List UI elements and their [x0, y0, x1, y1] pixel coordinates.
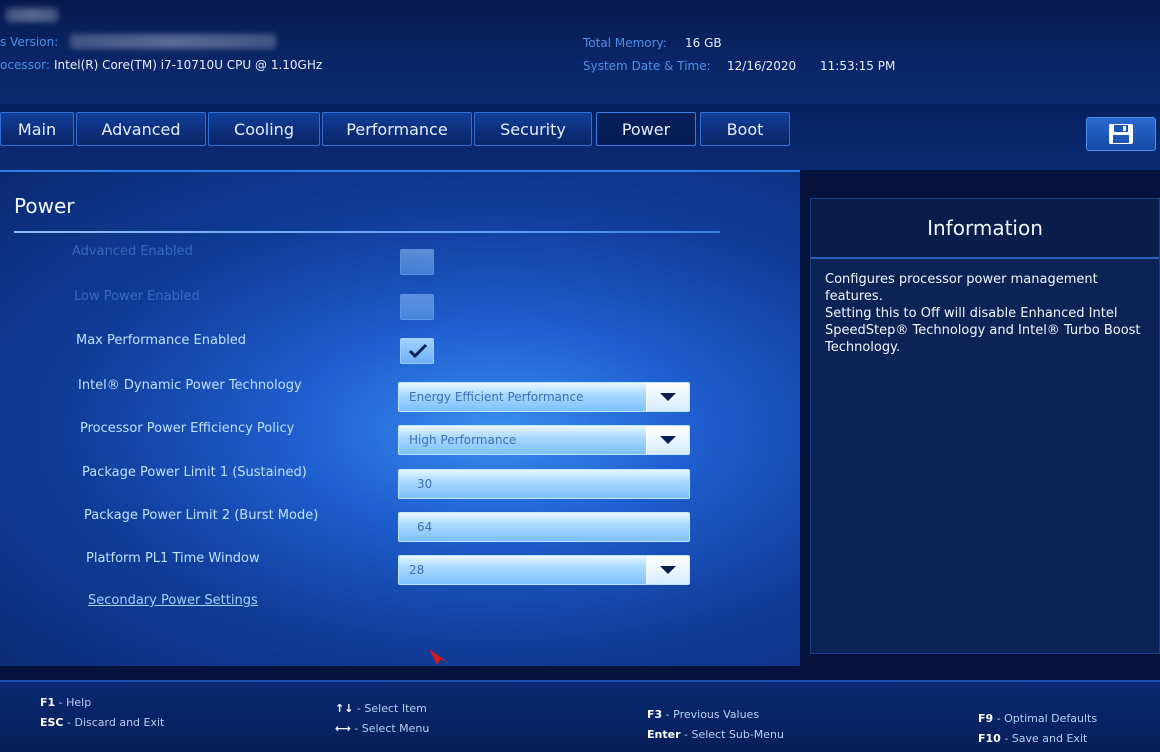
title-divider [14, 231, 720, 233]
bios-version-label: s Version: [0, 35, 59, 49]
tab-advanced[interactable]: Advanced [76, 112, 206, 146]
power-efficiency-policy-dropdown-button[interactable] [646, 426, 689, 454]
total-memory-value: 16 GB [685, 36, 722, 50]
advanced-enabled-label: Advanced Enabled [72, 244, 193, 259]
checkmark-icon [408, 343, 428, 359]
total-memory-label: Total Memory: [583, 36, 667, 50]
system-date-value[interactable]: 12/16/2020 [727, 59, 796, 73]
information-title: Information [811, 199, 1159, 259]
power-limit-2-value: 64 [417, 520, 433, 534]
secondary-power-settings-link[interactable]: Secondary Power Settings [88, 593, 258, 608]
pl1-time-window-label: Platform PL1 Time Window [86, 551, 260, 566]
processor-label: ocessor: [0, 58, 50, 72]
chevron-down-icon [660, 436, 676, 444]
power-efficiency-policy-select[interactable]: High Performance [398, 425, 690, 455]
pl1-time-window-select[interactable]: 28 [398, 555, 690, 585]
mouse-cursor-icon [429, 649, 449, 665]
system-time-value[interactable]: 11:53:15 PM [820, 59, 895, 73]
settings-panel: Power Advanced Enabled Low Power Enabled… [0, 170, 800, 666]
tab-boot[interactable]: Boot [700, 112, 790, 146]
tab-bar: Main Advanced Cooling Performance Securi… [0, 104, 1160, 170]
hotkey-select-item: ↑↓ - Select Item [335, 702, 427, 715]
header-bar: s Version: ocessor: Intel(R) Core(TM) i7… [0, 0, 1160, 104]
floppy-disk-icon [1109, 124, 1133, 144]
power-efficiency-policy-value: High Performance [409, 433, 517, 447]
information-line-1: Configures processor power management fe… [825, 272, 1098, 304]
dynamic-power-technology-value: Energy Efficient Performance [409, 390, 584, 404]
chevron-down-icon [660, 393, 676, 401]
page-title: Power [14, 194, 75, 218]
hotkey-select-menu: ⟷ - Select Menu [335, 722, 430, 735]
dynamic-power-technology-dropdown-button[interactable] [646, 383, 689, 411]
pl1-time-window-dropdown-button[interactable] [646, 556, 689, 584]
hotkey-footer: F1 - Help ESC - Discard and Exit ↑↓ - Se… [0, 680, 1160, 752]
tab-security[interactable]: Security [474, 112, 592, 146]
power-efficiency-policy-label: Processor Power Efficiency Policy [80, 421, 295, 436]
hotkey-previous-values: F3 - Previous Values [647, 708, 760, 721]
max-performance-enabled-label: Max Performance Enabled [76, 333, 247, 348]
tab-power[interactable]: Power [596, 112, 696, 146]
power-limit-2-label: Package Power Limit 2 (Burst Mode) [84, 508, 319, 523]
information-text: Configures processor power management fe… [825, 271, 1153, 356]
blurred-title [6, 8, 58, 22]
save-button[interactable] [1086, 117, 1156, 151]
system-datetime-label: System Date & Time: [583, 59, 711, 73]
low-power-enabled-label: Low Power Enabled [74, 289, 200, 304]
tab-main[interactable]: Main [0, 112, 74, 146]
information-line-2: Setting this to Off will disable Enhance… [825, 306, 1141, 355]
information-panel: Information Configures processor power m… [810, 198, 1160, 654]
hotkey-discard-exit: ESC - Discard and Exit [40, 716, 165, 729]
max-performance-enabled-checkbox[interactable] [400, 338, 434, 364]
processor-value: Intel(R) Core(TM) i7-10710U CPU @ 1.10GH… [54, 58, 323, 72]
power-limit-1-input[interactable]: 30 [398, 469, 690, 499]
tab-cooling[interactable]: Cooling [208, 112, 320, 146]
hotkey-optimal-defaults: F9 - Optimal Defaults [978, 712, 1098, 725]
power-limit-2-input[interactable]: 64 [398, 512, 690, 542]
bios-version-value-blurred [70, 34, 276, 49]
pl1-time-window-value: 28 [409, 563, 425, 577]
hotkey-save-exit: F10 - Save and Exit [978, 732, 1088, 745]
hotkey-help: F1 - Help [40, 696, 92, 709]
power-limit-1-value: 30 [417, 477, 433, 491]
dynamic-power-technology-label: Intel® Dynamic Power Technology [78, 378, 302, 393]
low-power-enabled-checkbox[interactable] [400, 294, 434, 320]
tab-performance[interactable]: Performance [322, 112, 472, 146]
hotkey-select-submenu: Enter - Select Sub-Menu [647, 728, 785, 741]
chevron-down-icon [660, 566, 676, 574]
power-limit-1-label: Package Power Limit 1 (Sustained) [82, 465, 307, 480]
advanced-enabled-checkbox[interactable] [400, 249, 434, 275]
dynamic-power-technology-select[interactable]: Energy Efficient Performance [398, 382, 690, 412]
